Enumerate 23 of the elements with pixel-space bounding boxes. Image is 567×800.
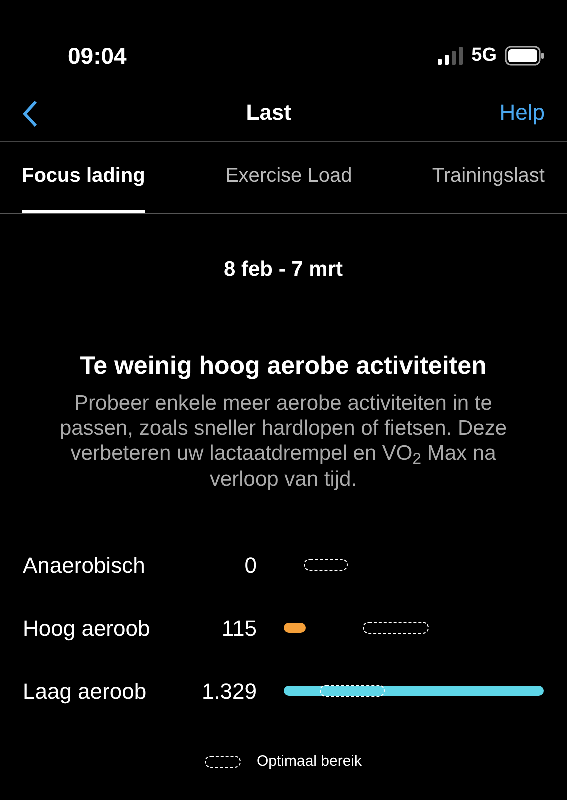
- zone-value: 0: [244, 552, 257, 580]
- network-label: 5G: [472, 44, 497, 68]
- tab[interactable]: Exercise Load: [225, 141, 352, 213]
- tab[interactable]: Trainingslast: [432, 141, 545, 213]
- zone-label: Anaerobisch: [23, 552, 146, 580]
- insight-message: Probeer enkele meer aerobe activiteiten in te passen, zoals sneller hardlopen of fietsen. Deze verbeteren uw lactaatdrempel en VO$_{2}$ Max na verloop van tijd.: [58, 391, 508, 492]
- zone-value: 1.329: [200, 678, 257, 706]
- optimal-range-icon: [204, 756, 241, 768]
- signal-icon: [438, 47, 464, 65]
- status-time: 09:04: [68, 42, 127, 71]
- zone-label: Laag aeroob: [23, 678, 148, 706]
- help-link[interactable]: Help: [500, 96, 545, 129]
- optimal-range-marker: [304, 559, 348, 572]
- screen-title: Last: [246, 99, 292, 127]
- insight-heading: Te weinig hoog aerobe activiteiten: [79, 350, 488, 382]
- tab[interactable]: Focus lading: [22, 141, 146, 213]
- date-range: 8 feb - 7 mrt: [222, 257, 344, 283]
- optimal-range-marker: [320, 685, 385, 698]
- zone-value: 115: [220, 614, 257, 643]
- zone-label: Hoog aeroob: [23, 614, 152, 643]
- battery-icon: [505, 46, 545, 66]
- optimal-range-marker: [363, 622, 429, 634]
- legend-label: Optimaal bereik: [256, 752, 362, 772]
